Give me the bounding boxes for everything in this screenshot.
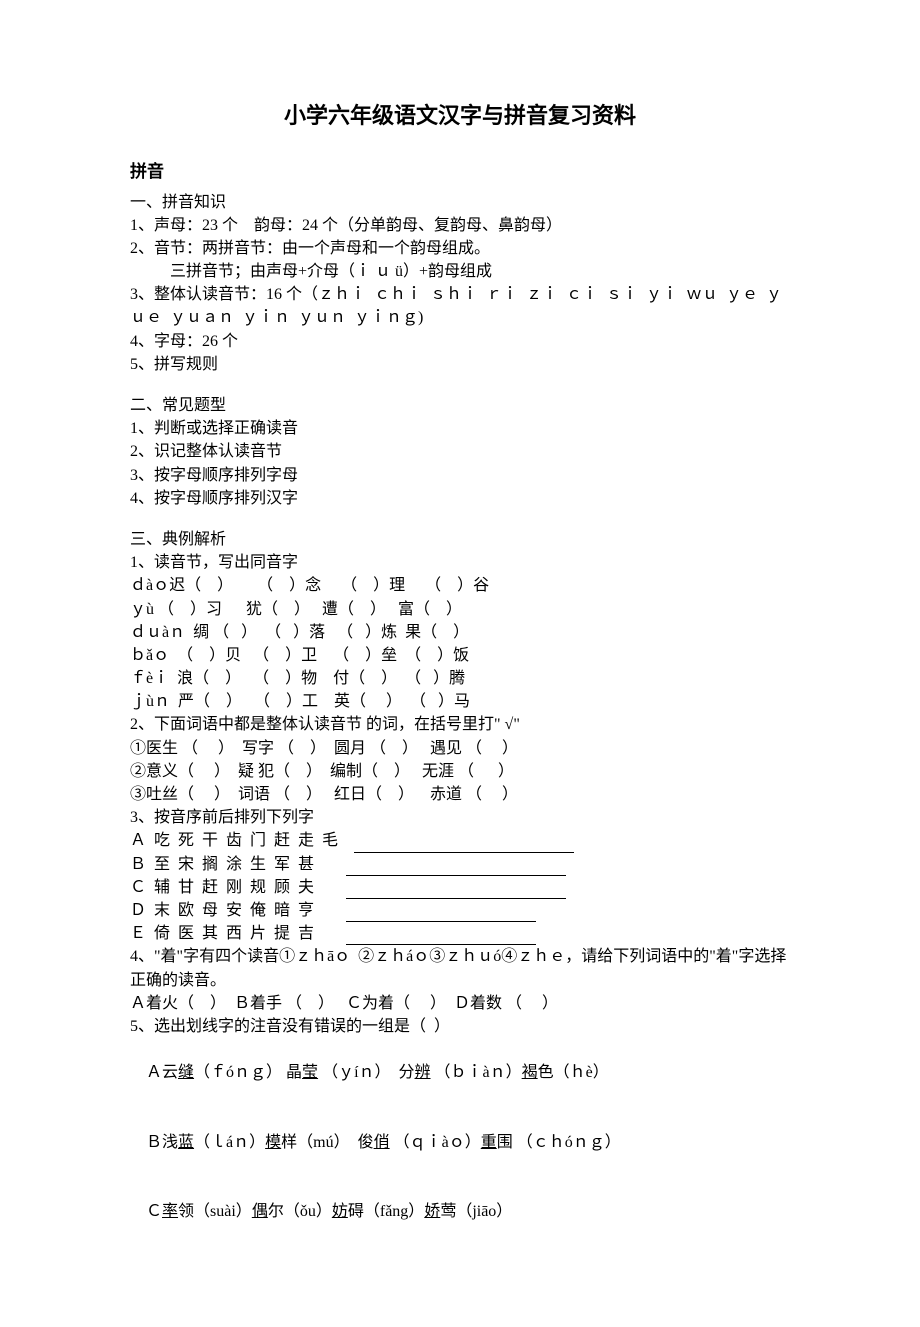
section-1-item: 5、拼写规则: [130, 353, 790, 376]
q3-row-text: Ｅ 倚 医 其 西 片 提 吉: [130, 925, 346, 942]
q5-underline: 俏: [374, 1134, 390, 1151]
q5-mid: 莺（jiāo）: [440, 1203, 512, 1220]
q1-row: ｆèｉ 浪（ ） （ ）物 付（ ） （ ）腾: [130, 667, 790, 690]
q5-underline: 模: [265, 1134, 281, 1151]
q5-mid: 色（ｈè）: [538, 1064, 609, 1081]
q5-mid: 尔（ǒu）: [268, 1203, 332, 1220]
q3-row: Ａ 吃 死 干 齿 门 赶 走 毛: [130, 829, 790, 852]
section-1-item: 1、声母：23 个 韵母：24 个（分单韵母、复韵母、鼻韵母）: [130, 214, 790, 237]
q1-row: ｄàｏ迟（ ） （ ）念 （ ）理 （ ）谷: [130, 574, 790, 597]
q5-underline: 缝: [178, 1064, 194, 1081]
section-2-item: 2、识记整体认读音节: [130, 440, 790, 463]
section-1-item: 3、整体认读音节：16 个（ｚｈｉ ｃｈｉ ｓｈｉ ｒｉ ｚｉ ｃｉ ｓｉ ｙｉ…: [130, 283, 790, 329]
q1-row: ｂǎｏ （ ）贝 （ ）卫 （ ）垒 （ ）饭: [130, 644, 790, 667]
q5-underline: 蓝: [178, 1134, 194, 1151]
q1-row: ｊùｎ 严（ ） （ ）工 英（ ） （ ）马: [130, 690, 790, 713]
section-1: 一、拼音知识 1、声母：23 个 韵母：24 个（分单韵母、复韵母、鼻韵母） 2…: [130, 191, 790, 377]
q5-underline: 率: [162, 1203, 178, 1220]
q2-row: ①医生 （ ） 写字 （ ） 圆月 （ ） 遇见 （ ）: [130, 737, 790, 760]
q3-heading: 3、按音序前后排列下列字: [130, 806, 790, 829]
q3-row-text: Ｂ 至 宋 搁 涂 生 军 甚: [130, 856, 346, 873]
q5-mid: （ｌáｎ）: [194, 1134, 265, 1151]
section-1-heading: 一、拼音知识: [130, 191, 790, 214]
q5-mid: 碍（fǎng）: [348, 1203, 424, 1220]
section-3: 三、典例解析 1、读音节，写出同音字 ｄàｏ迟（ ） （ ）念 （ ）理 （ ）…: [130, 528, 790, 1247]
section-2: 二、常见题型 1、判断或选择正确读音 2、识记整体认读音节 3、按字母顺序排列字…: [130, 394, 790, 510]
q5-mid: （ｆóｎｇ） 晶: [194, 1064, 302, 1081]
document-title: 小学六年级语文汉字与拼音复习资料: [130, 100, 790, 132]
q5-row: Ａ云缝（ｆóｎｇ） 晶莹 （ｙíｎ） 分辨 （ｂｉàｎ）褐色（ｈè）: [130, 1038, 790, 1108]
q5-heading: 5、选出划线字的注音没有错误的一组是（ ）: [130, 1015, 790, 1038]
section-1-item: 2、音节：两拼音节：由一个声母和一个韵母组成。: [130, 237, 790, 260]
section-2-item: 4、按字母顺序排列汉字: [130, 487, 790, 510]
q5-mid: 样（mú） 俊: [281, 1134, 373, 1151]
q5-underline: 莹: [302, 1064, 318, 1081]
section-2-item: 3、按字母顺序排列字母: [130, 464, 790, 487]
q5-underline: 辨: [415, 1064, 431, 1081]
q3-row-text: Ｃ 辅 甘 赶 刚 规 顾 夫: [130, 879, 346, 896]
q5-underline: 偶: [252, 1203, 268, 1220]
section-2-item: 1、判断或选择正确读音: [130, 417, 790, 440]
q3-row: Ｃ 辅 甘 赶 刚 规 顾 夫: [130, 876, 790, 899]
section-1-item: 三拼音节；由声母+介母（ｉ ｕ ü）+韵母组成: [130, 260, 790, 283]
q5-mid: （ｙíｎ） 分: [318, 1064, 414, 1081]
q5-mid: （ｂｉàｎ）: [431, 1064, 522, 1081]
q5-underline: 妨: [332, 1203, 348, 1220]
q3-row-text: Ａ 吃 死 干 齿 门 赶 走 毛: [130, 832, 354, 849]
q1-heading: 1、读音节，写出同音字: [130, 551, 790, 574]
q4-row: Ａ着火（ ） Ｂ着手 （ ） Ｃ为着（ ） Ｄ着数 （ ）: [130, 992, 790, 1015]
q2-heading: 2、下面词语中都是整体认读音节 的词，在括号里打" √": [130, 713, 790, 736]
q2-row: ③吐丝（ ） 词语 （ ） 红日（ ） 赤道 （ ）: [130, 783, 790, 806]
q1-row: ｙù （ ）习 犹（ ） 遭（ ） 富（ ）: [130, 598, 790, 621]
q3-row: Ｅ 倚 医 其 西 片 提 吉: [130, 922, 790, 945]
q2-row: ②意义（ ） 疑 犯（ ） 编制（ ） 无涯 （ ）: [130, 760, 790, 783]
q5-prefix: Ｂ浅: [146, 1134, 178, 1151]
section-1-item: 4、字母：26 个: [130, 330, 790, 353]
q3-row: Ｄ 末 欧 母 安 俺 暗 亨: [130, 899, 790, 922]
q5-row: Ｂ浅蓝（ｌáｎ）模样（mú） 俊俏 （ｑｉàｏ）重围 （ｃｈóｎｇ）: [130, 1108, 790, 1178]
q5-prefix: Ｃ: [146, 1203, 162, 1220]
q4-heading: 4、"着"字有四个读音①ｚｈāｏ ②ｚｈáｏ③ｚｈｕó④ｚｈｅ，请给下列词语中的…: [130, 945, 790, 991]
q5-row: Ｃ率领（suài）偶尔（ǒu）妨碍（fǎng）娇莺（jiāo）: [130, 1177, 790, 1247]
q1-row: ｄｕàｎ 绸 （ ） （ ）落 （ ）炼 果（ ）: [130, 621, 790, 644]
q5-mid: （ｑｉàｏ）: [390, 1134, 481, 1151]
section-3-heading: 三、典例解析: [130, 528, 790, 551]
q5-underline: 娇: [424, 1203, 440, 1220]
q5-prefix: Ａ云: [146, 1064, 178, 1081]
q5-underline: 褐: [522, 1064, 538, 1081]
section-2-heading: 二、常见题型: [130, 394, 790, 417]
q5-underline: 重: [481, 1134, 497, 1151]
q5-mid: 领（suài）: [178, 1203, 252, 1220]
q3-row: Ｂ 至 宋 搁 涂 生 军 甚: [130, 853, 790, 876]
pinyin-section-header: 拼音: [130, 160, 790, 185]
q3-row-text: Ｄ 末 欧 母 安 俺 暗 亨: [130, 902, 346, 919]
q5-mid: 围 （ｃｈóｎｇ）: [497, 1134, 621, 1151]
